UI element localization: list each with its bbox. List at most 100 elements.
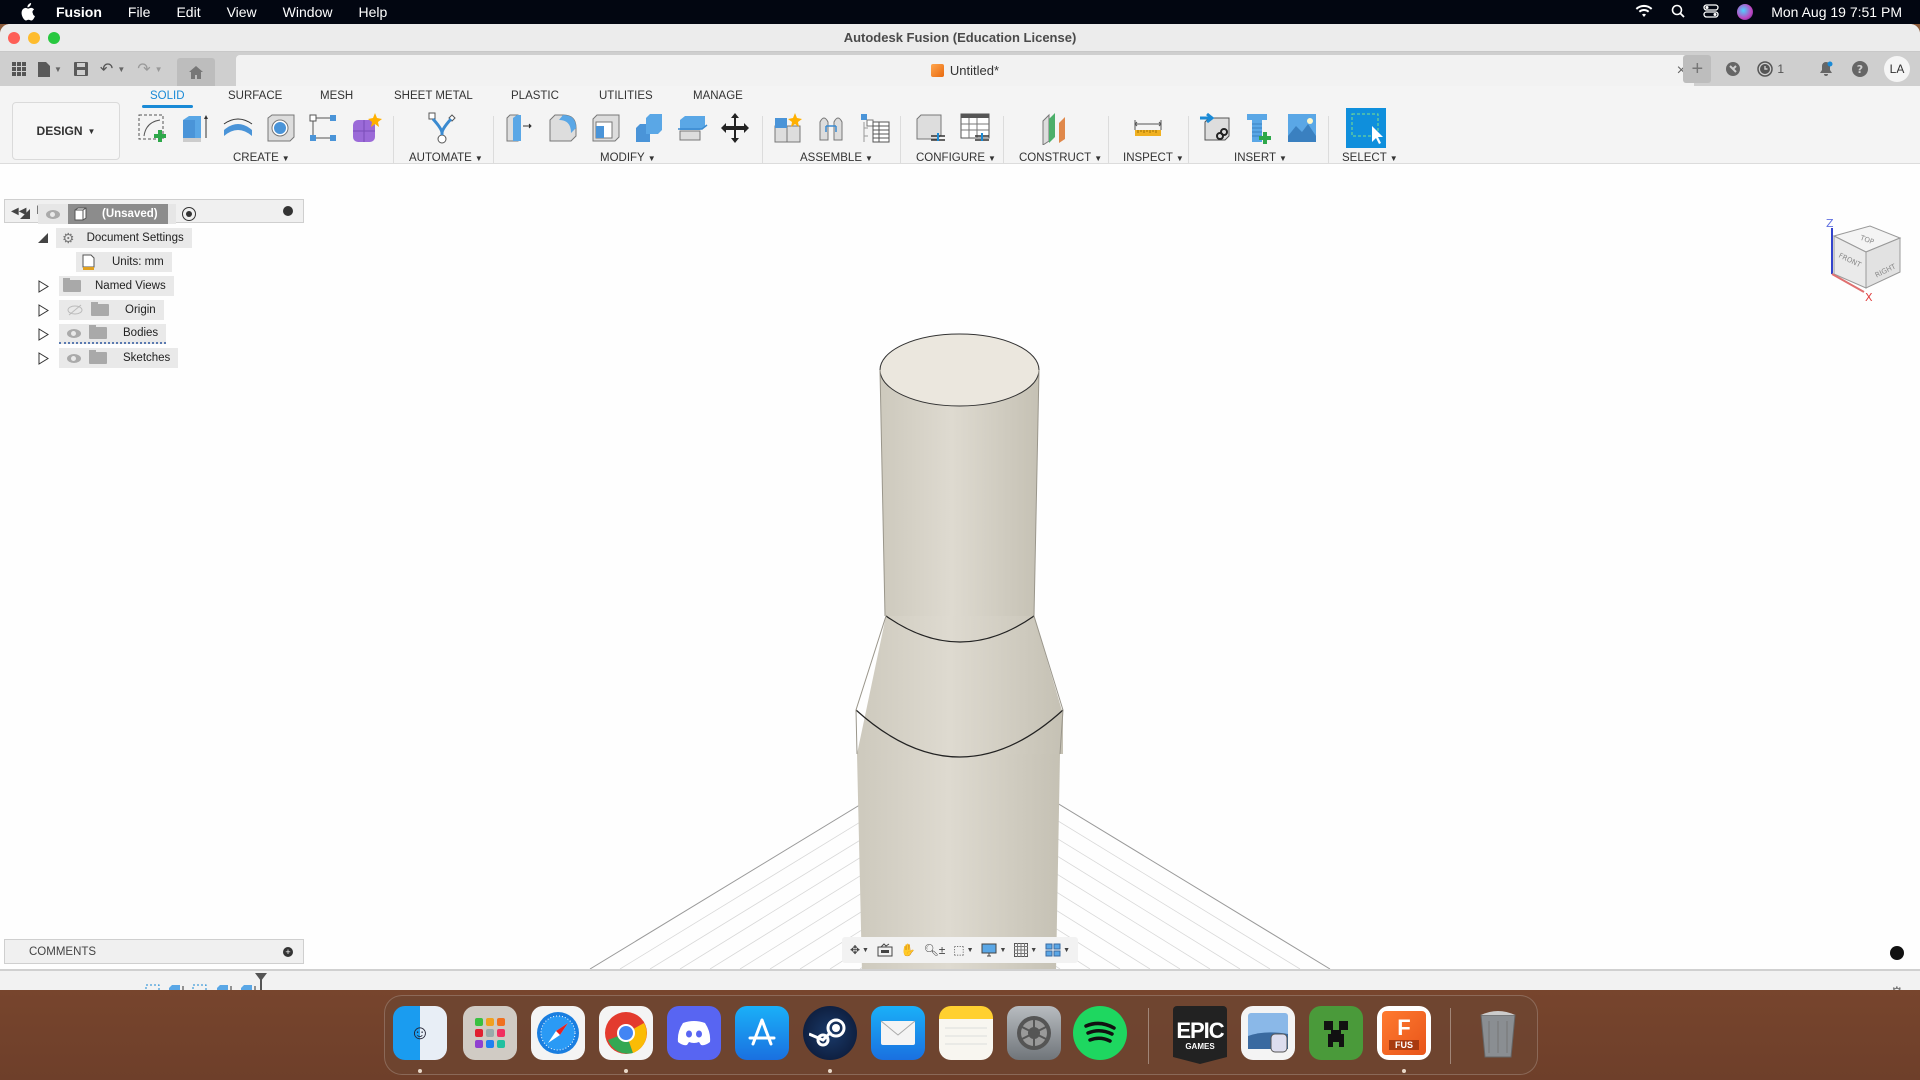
data-panel-icon[interactable] <box>12 62 26 76</box>
undo-button[interactable]: ↶ ▼ <box>100 59 125 79</box>
menu-help[interactable]: Help <box>358 4 387 20</box>
configure-button[interactable] <box>914 110 948 146</box>
dock-launchpad-icon[interactable] <box>463 1006 517 1060</box>
extensions-icon[interactable] <box>1723 59 1743 79</box>
comments-panel-header[interactable]: COMMENTS + <box>4 939 304 964</box>
grid-snaps-button[interactable]: ▼ <box>1014 943 1037 957</box>
home-tab-button[interactable] <box>176 58 215 86</box>
zoom-button[interactable]: 🔍︎± <box>924 943 946 957</box>
shell-button[interactable] <box>589 110 623 146</box>
redo-button[interactable]: ↷ ▼ <box>137 59 162 79</box>
dock-spotify-icon[interactable] <box>1073 1006 1127 1060</box>
expand-toggle-icon[interactable] <box>38 351 49 365</box>
document-tab[interactable]: Untitled* × <box>236 55 1694 86</box>
tree-item-bodies[interactable]: Bodies <box>38 324 167 344</box>
pattern-button[interactable] <box>306 110 340 146</box>
group-automate-label[interactable]: AUTOMATE ▼ <box>409 152 483 164</box>
offset-plane-button[interactable] <box>1038 110 1072 146</box>
dock-notes-icon[interactable] <box>939 1006 993 1060</box>
tree-item-units[interactable]: Units: mm <box>76 252 172 272</box>
step-forward-icon[interactable]: ▶ <box>83 987 94 990</box>
notifications-icon[interactable] <box>1816 59 1836 79</box>
orbit-button[interactable]: ✥ ▼ <box>850 943 869 957</box>
configuration-table-button[interactable] <box>958 110 992 146</box>
expand-toggle-icon[interactable] <box>38 327 49 341</box>
file-menu-button[interactable]: ▼ <box>38 61 62 77</box>
viewports-button[interactable]: ▼ <box>1045 943 1070 957</box>
control-center-icon[interactable] <box>1703 3 1719 21</box>
menu-window[interactable]: Window <box>283 4 333 20</box>
timeline-feature-sketch[interactable] <box>145 984 163 990</box>
group-configure-label[interactable]: CONFIGURE ▼ <box>916 152 996 164</box>
timeline-settings-gear-icon[interactable]: ⚙ <box>1890 983 1904 990</box>
tab-sheet-metal[interactable]: SHEET METAL <box>394 90 473 102</box>
bill-of-materials-button[interactable] <box>858 110 892 146</box>
new-component-button[interactable] <box>772 110 806 146</box>
dock-minecraft-icon[interactable] <box>1309 1006 1363 1060</box>
apple-menu-icon[interactable] <box>18 3 36 21</box>
insert-canvas-button[interactable] <box>1285 110 1319 146</box>
measure-button[interactable] <box>1131 110 1165 146</box>
dock-app-store-icon[interactable] <box>735 1006 789 1060</box>
job-status-button[interactable]: 1 <box>1757 59 1784 79</box>
tab-solid[interactable]: SOLID <box>142 90 192 108</box>
expand-toggle-icon[interactable] <box>38 279 49 293</box>
tab-plastic[interactable]: PLASTIC <box>511 90 559 102</box>
dock-safari-icon[interactable] <box>531 1006 585 1060</box>
fillet-button[interactable] <box>546 110 580 146</box>
revolve-button[interactable] <box>221 110 255 146</box>
go-to-start-icon[interactable]: ⏮ <box>10 987 23 990</box>
model-canvas[interactable] <box>0 164 1920 969</box>
menu-view[interactable]: View <box>227 4 257 20</box>
press-pull-button[interactable] <box>503 110 537 146</box>
expand-toggle-icon[interactable] <box>38 303 49 317</box>
help-icon[interactable]: ? <box>1850 59 1870 79</box>
create-form-button[interactable] <box>349 110 383 146</box>
tab-manage[interactable]: MANAGE <box>693 90 743 102</box>
window-zoom-button[interactable] <box>48 32 60 44</box>
go-to-end-icon[interactable]: ⏭ <box>108 987 121 990</box>
group-assemble-label[interactable]: ASSEMBLE ▼ <box>800 152 873 164</box>
group-select-label[interactable]: SELECT ▼ <box>1342 152 1398 164</box>
visibility-eye-icon[interactable] <box>67 328 81 338</box>
insert-derive-button[interactable] <box>1199 110 1233 146</box>
play-icon[interactable]: ▶ <box>58 987 69 990</box>
menu-app-name[interactable]: Fusion <box>56 4 102 20</box>
expand-toggle-icon[interactable] <box>20 209 30 219</box>
dock-system-settings-icon[interactable] <box>1007 1006 1061 1060</box>
joint-button[interactable] <box>815 110 849 146</box>
display-settings-button[interactable]: ▼ <box>981 943 1006 957</box>
pan-button[interactable]: ✋ <box>901 943 916 957</box>
timeline-feature-extrude[interactable] <box>240 984 258 990</box>
automate-button[interactable] <box>425 110 459 146</box>
fit-button[interactable]: ⬚ ▼ <box>953 943 973 957</box>
new-tab-button[interactable]: + <box>1683 55 1712 83</box>
save-icon[interactable] <box>73 62 88 76</box>
menu-edit[interactable]: Edit <box>176 4 200 20</box>
tab-mesh[interactable]: MESH <box>320 90 353 102</box>
timeline-feature-extrude[interactable] <box>216 984 234 990</box>
expand-toggle-icon[interactable] <box>38 233 48 243</box>
tree-item-document-settings[interactable]: ⚙ Document Settings <box>38 228 192 248</box>
dock-steam-icon[interactable] <box>803 1006 857 1060</box>
activate-component-icon[interactable] <box>181 207 196 221</box>
dock-preview-icon[interactable] <box>1241 1006 1295 1060</box>
timeline-feature-sketch[interactable] <box>192 984 210 990</box>
dock-finder-icon[interactable]: ☺ <box>393 1006 447 1060</box>
select-button[interactable] <box>1346 108 1386 148</box>
tab-surface[interactable]: SURFACE <box>228 90 282 102</box>
group-modify-label[interactable]: MODIFY ▼ <box>600 152 656 164</box>
dock-chrome-icon[interactable] <box>599 1006 653 1060</box>
timeline-marker-head[interactable] <box>255 973 267 981</box>
create-sketch-button[interactable] <box>135 110 169 146</box>
workspace-switcher-button[interactable]: DESIGN ▼ <box>12 102 120 160</box>
browser-minimize-icon[interactable] <box>283 206 293 216</box>
window-minimize-button[interactable] <box>28 32 40 44</box>
move-copy-button[interactable] <box>718 110 752 146</box>
wifi-icon[interactable] <box>1635 4 1653 21</box>
insert-mcmaster-button[interactable] <box>1242 110 1276 146</box>
timeline-feature-extrude[interactable] <box>168 984 186 990</box>
dock-mail-icon[interactable] <box>871 1006 925 1060</box>
combine-button[interactable] <box>632 110 666 146</box>
tree-item-named-views[interactable]: Named Views <box>38 276 174 296</box>
